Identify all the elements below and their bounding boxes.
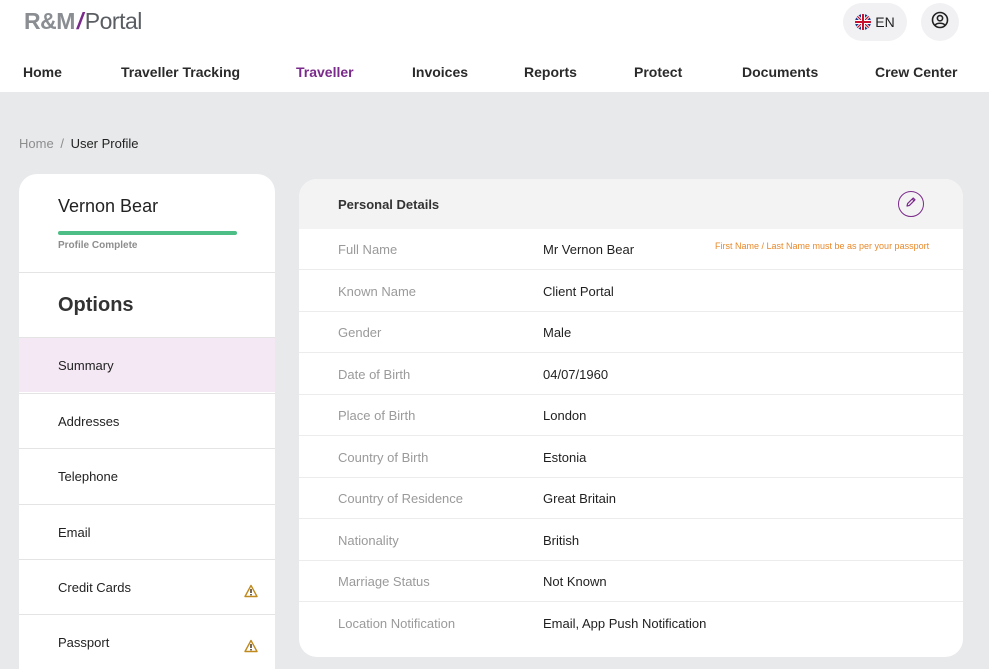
personal-details-panel: Personal Details Full Name Mr Vernon Bea… (299, 179, 963, 657)
detail-value: British (543, 533, 580, 548)
sidebar-item-label: Passport (58, 634, 110, 650)
top-bar: R&M/Portal EN Home Traveller Tracking Tr… (0, 0, 989, 92)
detail-row-country-of-birth: Country of Birth Estonia (299, 437, 963, 478)
detail-label: Place of Birth (338, 408, 416, 423)
sidebar-divider (19, 272, 275, 273)
profile-name: Vernon Bear (58, 196, 159, 216)
detail-label: Date of Birth (338, 367, 411, 382)
detail-label: Known Name (338, 284, 417, 299)
panel-header: Personal Details (299, 179, 963, 229)
detail-row-known-name: Known Name Client Portal (299, 271, 963, 312)
detail-label: Location Notification (338, 616, 456, 631)
detail-row-location-notification: Location Notification Email, App Push No… (299, 603, 963, 644)
sidebar-item-credit-cards[interactable]: Credit Cards (19, 559, 275, 614)
nav-traveller-tracking[interactable]: Traveller Tracking (121, 64, 240, 80)
detail-label: Marriage Status (338, 574, 430, 589)
user-menu-button[interactable] (921, 3, 959, 41)
logo[interactable]: R&M/Portal (24, 8, 142, 35)
sidebar-item-passport[interactable]: Passport (19, 614, 275, 669)
warning-icon (244, 584, 258, 598)
sidebar-item-label: Addresses (58, 413, 120, 429)
detail-value: Email, App Push Notification (543, 616, 707, 631)
nav-reports[interactable]: Reports (524, 64, 577, 80)
nav-traveller[interactable]: Traveller (296, 64, 354, 80)
options-title: Options (58, 294, 134, 316)
detail-value: 04/07/1960 (543, 367, 609, 382)
breadcrumb-home[interactable]: Home (19, 136, 54, 151)
breadcrumb-separator: / (60, 136, 64, 151)
profile-sidebar: Vernon Bear Profile Complete Options Sum… (19, 174, 275, 669)
logo-portal: Portal (84, 8, 143, 34)
breadcrumb-current: User Profile (70, 136, 139, 151)
language-code: EN (875, 14, 895, 30)
detail-row-country-of-residence: Country of Residence Great Britain (299, 478, 963, 519)
warning-icon (244, 639, 258, 653)
detail-label: Nationality (338, 533, 399, 548)
pencil-icon (905, 195, 917, 213)
uk-flag-icon (855, 14, 872, 30)
logo-slash: / (76, 8, 83, 34)
detail-label: Gender (338, 325, 382, 340)
sidebar-item-telephone[interactable]: Telephone (19, 448, 275, 503)
detail-value: London (543, 408, 587, 423)
detail-label: Full Name (338, 242, 398, 257)
nav-home[interactable]: Home (23, 64, 62, 80)
profile-progress-bar (58, 231, 237, 235)
detail-row-gender: Gender Male (299, 312, 963, 353)
profile-status: Profile Complete (58, 240, 138, 251)
detail-row-full-name: Full Name Mr Vernon Bear First Name / La… (299, 229, 963, 270)
detail-value: Not Known (543, 574, 607, 589)
detail-row-date-of-birth: Date of Birth 04/07/1960 (299, 354, 963, 395)
detail-value: Great Britain (543, 491, 616, 506)
detail-row-nationality: Nationality British (299, 520, 963, 561)
sidebar-item-email[interactable]: Email (19, 504, 275, 559)
detail-label: Country of Residence (338, 491, 464, 506)
sidebar-item-label: Credit Cards (58, 579, 131, 595)
nav-crew-center[interactable]: Crew Center (875, 64, 957, 80)
detail-value: Mr Vernon Bear (543, 242, 635, 257)
main-nav: Home Traveller Tracking Traveller Invoic… (0, 64, 989, 84)
nav-invoices[interactable]: Invoices (412, 64, 468, 80)
breadcrumb: Home / User Profile (19, 136, 138, 151)
detail-value: Estonia (543, 450, 587, 465)
sidebar-item-label: Summary (58, 357, 114, 373)
nav-protect[interactable]: Protect (634, 64, 682, 80)
nav-documents[interactable]: Documents (742, 64, 818, 80)
sidebar-item-label: Email (58, 524, 91, 540)
detail-label: Country of Birth (338, 450, 429, 465)
detail-row-place-of-birth: Place of Birth London (299, 395, 963, 436)
logo-rm: R&M (24, 8, 75, 34)
sidebar-item-summary[interactable]: Summary (19, 337, 275, 392)
sidebar-item-label: Telephone (58, 468, 118, 484)
sidebar-item-addresses[interactable]: Addresses (19, 393, 275, 448)
language-button[interactable]: EN (843, 3, 907, 41)
detail-value: Male (543, 325, 572, 340)
passport-name-note: First Name / Last Name must be as per yo… (715, 241, 930, 251)
detail-value: Client Portal (543, 284, 614, 299)
panel-title: Personal Details (338, 197, 440, 212)
user-circle-icon (931, 11, 949, 34)
edit-button[interactable] (898, 191, 924, 217)
detail-row-marriage-status: Marriage Status Not Known (299, 561, 963, 602)
